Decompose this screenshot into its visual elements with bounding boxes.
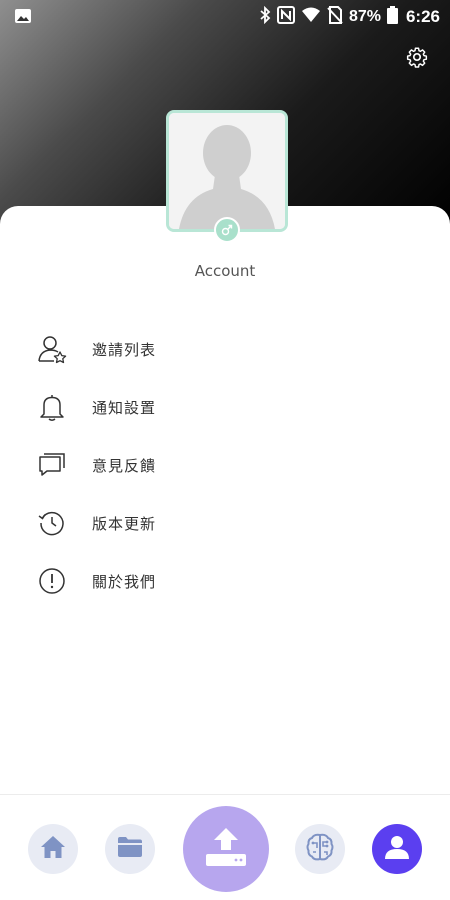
- menu-item-invite-list[interactable]: 邀請列表: [0, 320, 450, 378]
- profile-screen: 87% 6:26 Account 邀請列表 通知設置 意見反饋 版本更新 關於我…: [0, 0, 450, 900]
- menu-item-version-update[interactable]: 版本更新: [0, 494, 450, 552]
- menu-item-about-us[interactable]: 關於我們: [0, 552, 450, 610]
- menu-item-label: 關於我們: [92, 572, 157, 591]
- upload-icon: [203, 826, 249, 872]
- chat-icon: [37, 450, 67, 480]
- nav-upload-button[interactable]: [183, 806, 269, 892]
- bluetooth-icon: [259, 5, 271, 29]
- settings-menu: 邀請列表 通知設置 意見反饋 版本更新 關於我們: [0, 320, 450, 610]
- user-invite-icon: [37, 334, 67, 364]
- avatar-placeholder-icon: [169, 113, 285, 229]
- status-icons: 87% 6:26: [259, 5, 440, 29]
- nav-files-button[interactable]: [105, 824, 155, 874]
- wifi-icon: [301, 6, 321, 29]
- person-icon: [384, 834, 410, 864]
- no-sim-icon: [327, 5, 343, 29]
- home-icon: [40, 835, 66, 863]
- folder-icon: [117, 836, 143, 862]
- nav-home-button[interactable]: [28, 824, 78, 874]
- gear-icon: [406, 46, 428, 72]
- account-name: Account: [194, 262, 256, 280]
- avatar[interactable]: [166, 110, 288, 232]
- info-icon: [37, 566, 67, 596]
- battery-percent: 87%: [348, 8, 381, 25]
- brain-icon: [305, 832, 335, 866]
- menu-item-label: 版本更新: [92, 514, 157, 533]
- nav-me-button[interactable]: [372, 824, 422, 874]
- menu-item-feedback[interactable]: 意見反饋: [0, 436, 450, 494]
- status-bar: 87% 6:26: [0, 0, 450, 34]
- settings-button[interactable]: [404, 46, 430, 72]
- bottom-nav: [0, 794, 450, 900]
- image-icon: [14, 8, 32, 24]
- clock: 6:26: [405, 7, 440, 26]
- battery-icon: [386, 5, 398, 29]
- history-icon: [37, 508, 67, 538]
- male-icon: [214, 217, 240, 243]
- menu-item-label: 邀請列表: [92, 340, 157, 359]
- nfc-icon: [276, 5, 295, 29]
- menu-item-label: 意見反饋: [92, 456, 157, 475]
- bell-icon: [37, 392, 67, 422]
- menu-item-label: 通知設置: [92, 398, 157, 417]
- nav-ai-button[interactable]: [295, 824, 345, 874]
- menu-item-notification-settings[interactable]: 通知設置: [0, 378, 450, 436]
